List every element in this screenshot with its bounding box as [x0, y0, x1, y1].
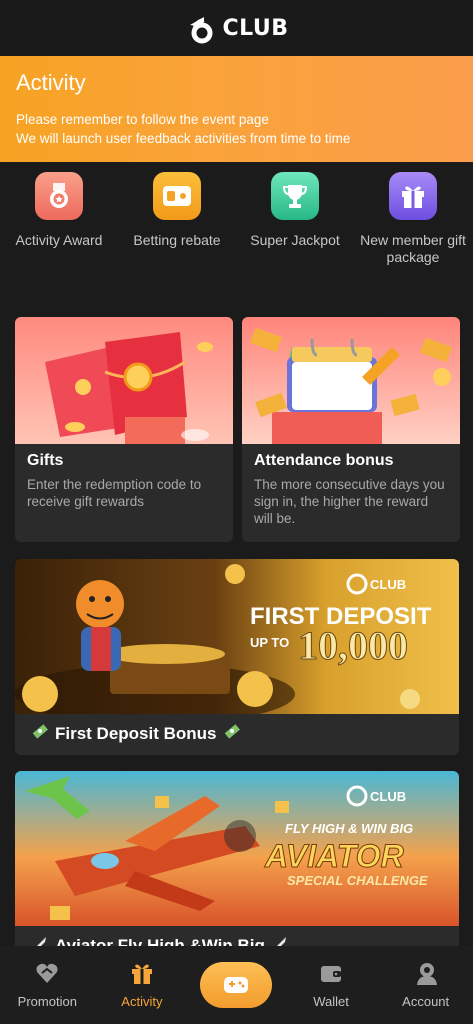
activity-banner: Activity Please remember to follow the e… [0, 56, 473, 162]
top-bar: CLUB [0, 0, 473, 56]
money-icon [31, 722, 49, 745]
quick-link-label: Betting rebate [133, 232, 221, 248]
bottom-tab-bar: Promotion Activity Wallet Account [0, 946, 473, 1024]
first-deposit-art: CLUB FIRST DEPOSIT UP TO 10,000 [15, 559, 459, 714]
attendance-bonus-card[interactable]: Attendance bonus The more consecutive da… [242, 317, 460, 542]
gifts-card[interactable]: Gifts Enter the redemption code to recei… [15, 317, 233, 542]
page-title: Activity [16, 70, 86, 95]
promo-amount: 10,000 [298, 623, 408, 668]
brand-logo[interactable]: CLUB [184, 11, 288, 45]
logo-mark-icon [190, 17, 213, 44]
quick-link-label: Super Jackpot [250, 232, 340, 248]
promo-brand-text: CLUB [370, 789, 406, 804]
promo-headline: FLY HIGH & WIN BIG [285, 821, 413, 836]
card-description: Enter the redemption code to receive gif… [27, 477, 202, 509]
wallet-icon [321, 966, 342, 982]
trophy-icon [271, 172, 319, 220]
quick-links: Activity Award Betting rebate Super Jack… [0, 172, 473, 312]
quick-link-label: Activity Award [15, 232, 103, 248]
card-description: The more consecutive days you sign in, t… [254, 477, 445, 526]
tab-games[interactable] [191, 960, 281, 1008]
game-center-button[interactable] [200, 962, 273, 1008]
tab-promotion[interactable]: Promotion [2, 960, 92, 1009]
tab-account[interactable]: Account [381, 960, 471, 1009]
aviator-promo[interactable]: CLUB FLY HIGH & WIN BIG AVIATOR SPECIAL … [15, 771, 459, 967]
award-medal-icon [35, 172, 83, 220]
promotion-icon [36, 963, 58, 983]
attendance-art [242, 317, 460, 444]
gift-box-icon [389, 172, 437, 220]
logo-text: CLUB [222, 15, 289, 41]
activity-gift-icon [131, 964, 152, 984]
tab-label: Account [402, 994, 450, 1009]
tab-wallet[interactable]: Wallet [286, 960, 376, 1009]
banner-line-2: We will launch user feedback activities … [16, 131, 351, 146]
tab-label: Activity [121, 994, 163, 1009]
promo-subline: SPECIAL CHALLENGE [287, 873, 428, 888]
promo-title-row: First Deposit Bonus [15, 714, 459, 753]
tab-label: Promotion [17, 994, 77, 1009]
promo-brand-text: CLUB [370, 577, 406, 592]
aviator-art: CLUB FLY HIGH & WIN BIG AVIATOR SPECIAL … [15, 771, 459, 926]
gifts-art [15, 317, 233, 444]
banner-line-1: Please remember to follow the event page [16, 112, 269, 127]
card-title: Attendance bonus [254, 452, 394, 469]
quick-link-betting-rebate[interactable]: Betting rebate [118, 172, 236, 312]
quick-link-activity-award[interactable]: Activity Award [0, 172, 118, 312]
tab-label: Wallet [313, 994, 349, 1009]
first-deposit-promo[interactable]: CLUB FIRST DEPOSIT UP TO 10,000 First De… [15, 559, 459, 755]
card-title: Gifts [27, 452, 64, 469]
quick-link-new-member-gift[interactable]: New member gift package [354, 172, 472, 312]
promo-subline: UP TO [250, 635, 289, 650]
quick-link-label: New member gift package [360, 232, 466, 265]
money-icon [223, 722, 241, 745]
promo-game-name: AVIATOR [264, 838, 404, 874]
game-controller-icon [224, 977, 249, 993]
quick-link-super-jackpot[interactable]: Super Jackpot [236, 172, 354, 312]
promo-title: First Deposit Bonus [55, 723, 217, 743]
account-icon [416, 963, 437, 985]
rebate-card-icon [153, 172, 201, 220]
tab-activity[interactable]: Activity [97, 960, 187, 1009]
